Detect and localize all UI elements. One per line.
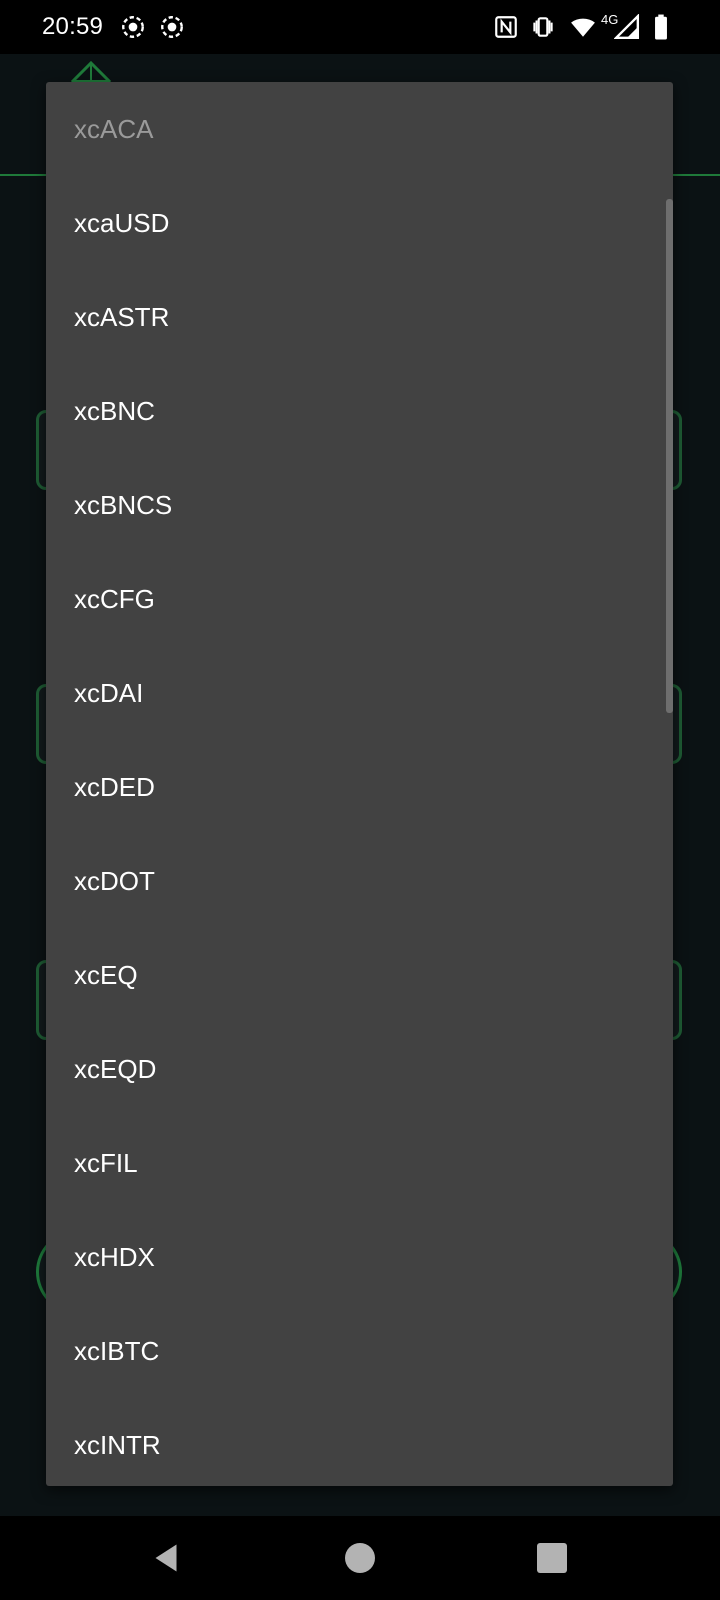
- dropdown-item-xcdai[interactable]: xcDAI: [46, 646, 673, 740]
- dropdown-item-xcdot[interactable]: xcDOT: [46, 834, 673, 928]
- dropdown-item-xcastr[interactable]: xcASTR: [46, 270, 673, 364]
- dropdown-item-xceq[interactable]: xcEQ: [46, 928, 673, 1022]
- dropdown-item-xcausd[interactable]: xcaUSD: [46, 176, 673, 270]
- vibrate-icon: [530, 14, 556, 40]
- screen-record-icon-2: [159, 14, 185, 40]
- home-icon[interactable]: [342, 1540, 378, 1576]
- cell-signal-icon: [614, 14, 640, 40]
- recents-icon[interactable]: [534, 1540, 570, 1576]
- navigation-bar: [0, 1516, 720, 1600]
- battery-icon: [652, 14, 670, 40]
- screen-record-icon: [120, 14, 146, 40]
- dropdown-item-xcded[interactable]: xcDED: [46, 740, 673, 834]
- dropdown-item-xccfg[interactable]: xcCFG: [46, 552, 673, 646]
- dropdown-item-xchdx[interactable]: xcHDX: [46, 1210, 673, 1304]
- dropdown-item-xcfil[interactable]: xcFIL: [46, 1116, 673, 1210]
- currency-dropdown-popup[interactable]: xcACA xcaUSD xcASTR xcBNC xcBNCS xcCFG xcDAI xc…: [46, 82, 673, 1486]
- dropdown-item-xcintr[interactable]: xcINTR: [46, 1398, 673, 1486]
- dropdown-item-xcbncs[interactable]: xcBNCS: [46, 458, 673, 552]
- dropdown-item-xcaca[interactable]: xcACA: [46, 82, 673, 176]
- dropdown-item-xcibtc[interactable]: xcIBTC: [46, 1304, 673, 1398]
- wifi-icon: [568, 14, 598, 40]
- dropdown-item-xceqd[interactable]: xcEQD: [46, 1022, 673, 1116]
- status-bar: 20:59 4G: [0, 0, 720, 54]
- dropdown-item-xcbnc[interactable]: xcBNC: [46, 364, 673, 458]
- status-time: 20:59: [42, 13, 104, 40]
- dropdown-scrollbar[interactable]: [666, 199, 673, 713]
- back-icon[interactable]: [148, 1540, 184, 1576]
- nfc-icon: [493, 14, 519, 40]
- dropdown-list[interactable]: xcACA xcaUSD xcASTR xcBNC xcBNCS xcCFG xcDAI xc…: [46, 82, 673, 1486]
